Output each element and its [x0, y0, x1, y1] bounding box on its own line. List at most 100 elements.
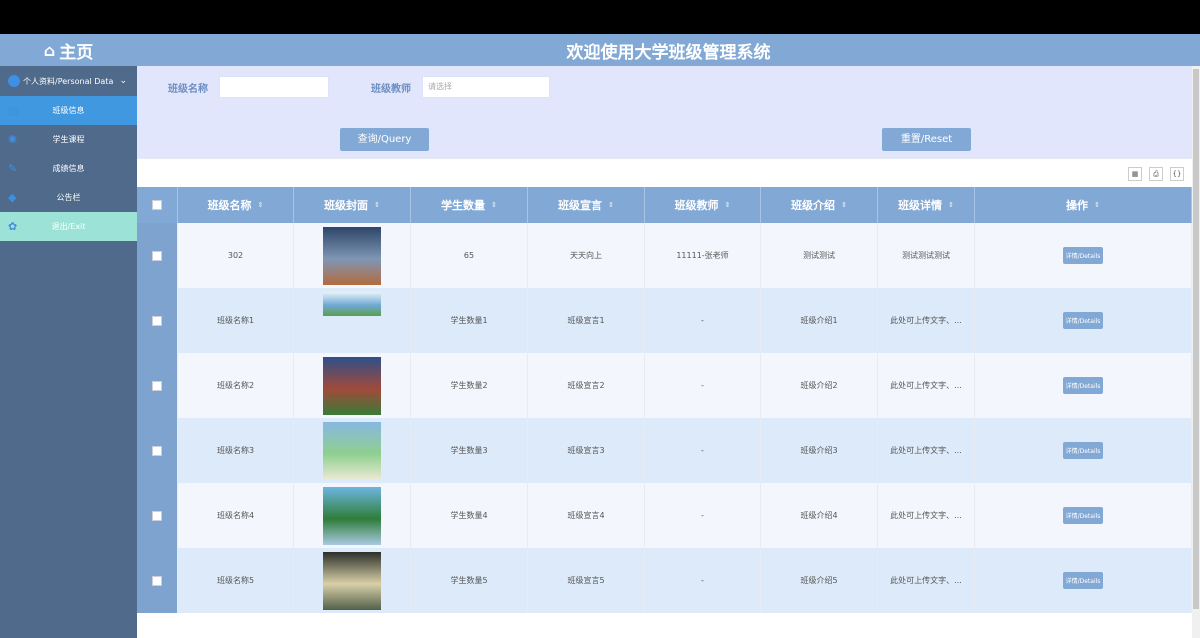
select-all-cell: [137, 187, 178, 223]
cell-name: 班级名称2: [178, 353, 294, 418]
row-select-cell: [137, 353, 178, 418]
menu-section-personal[interactable]: 个人资料/Personal Data ⌄: [0, 66, 137, 96]
sidebar-item-exit[interactable]: ✿ 退出/Exit: [0, 212, 137, 241]
actions-cell: 详情/Details: [975, 418, 1192, 483]
table-body: 302 65 天天向上 11111-张老师 测试测试 测试测试测试 详情/Details 班级…: [137, 223, 1192, 613]
cover-cell: [294, 288, 411, 353]
scrollbar[interactable]: [1192, 66, 1200, 638]
cell-teacher: -: [645, 418, 761, 483]
column-header[interactable]: 班级宣言 ⇕: [528, 187, 645, 223]
details-button[interactable]: 详情/Details: [1062, 247, 1104, 264]
details-button[interactable]: 详情/Details: [1062, 377, 1104, 394]
column-header[interactable]: 班级详情 ⇕: [878, 187, 975, 223]
cell-name: 班级名称5: [178, 548, 294, 613]
table-row: 班级名称2 学生数量2 班级宣言2- 班级介绍2 此处可上传文字、... 详情/Detai…: [137, 353, 1192, 418]
table-row: 班级名称3 学生数量3 班级宣言3- 班级介绍3 此处可上传文字、... 详情/Detai…: [137, 418, 1192, 483]
cell-name: 班级名称4: [178, 483, 294, 548]
column-header[interactable]: 操作 ⇕: [975, 187, 1192, 223]
sidebar: ⌂ 主页 个人资料/Personal Data ⌄ ▤ 班级信息 ✺ 学生课程 …: [0, 34, 137, 638]
sidebar-item-grades[interactable]: ✎ 成绩信息: [0, 154, 137, 183]
sort-icon: ⇕: [491, 201, 497, 209]
column-header[interactable]: 学生数量 ⇕: [411, 187, 528, 223]
select-all-checkbox[interactable]: [152, 200, 162, 210]
actions-cell: 详情/Details: [975, 483, 1192, 548]
row-checkbox[interactable]: [152, 380, 162, 391]
atom-icon: ✺: [8, 133, 18, 146]
sort-icon: ⇕: [257, 201, 264, 209]
export-icon[interactable]: {}: [1170, 167, 1184, 181]
class-cover-image: [323, 226, 381, 285]
cell-count: 学生数量4: [411, 483, 528, 548]
column-header[interactable]: 班级介绍 ⇕: [761, 187, 878, 223]
columns-icon[interactable]: ▦: [1128, 167, 1142, 181]
column-header-label: 班级教师: [674, 199, 719, 212]
column-header-label: 操作: [1066, 199, 1089, 212]
cell-count: 65: [411, 223, 528, 288]
watermark: CSDN @vx2_Biye_Design: [984, 611, 1186, 630]
table-row: 班级名称4 学生数量4 班级宣言4- 班级介绍4 此处可上传文字、... 详情/Detai…: [137, 483, 1192, 548]
actions-cell: 详情/Details: [975, 548, 1192, 613]
cell-motto: 班级宣言1: [528, 288, 645, 353]
cell-teacher: -: [645, 548, 761, 613]
column-header-label: 班级封面: [324, 199, 369, 212]
cell-intro: 班级介绍1: [761, 288, 878, 353]
cell-intro: 班级介绍3: [761, 418, 878, 483]
cell-motto: 班级宣言4: [528, 483, 645, 548]
table-header: 班级名称 ⇕ 班级封面 ⇕ 学生数量 ⇕ 班级宣言 ⇕ 班级教师 ⇕ 班级介绍 ⇕ 班级详情…: [137, 187, 1192, 223]
cell-teacher: -: [645, 353, 761, 418]
cell-teacher: -: [645, 288, 761, 353]
row-checkbox[interactable]: [152, 445, 162, 456]
class-table: 班级名称 ⇕ 班级封面 ⇕ 学生数量 ⇕ 班级宣言 ⇕ 班级教师 ⇕ 班级介绍 ⇕ 班级详情…: [137, 187, 1192, 613]
home-label: 主页: [59, 42, 94, 63]
actions-cell: 详情/Details: [975, 353, 1192, 418]
cover-cell: [294, 418, 411, 483]
reset-button[interactable]: 重置/Reset: [882, 128, 971, 151]
cell-motto: 班级宣言5: [528, 548, 645, 613]
column-header[interactable]: 班级封面 ⇕: [294, 187, 411, 223]
column-header-label: 学生数量: [441, 199, 486, 212]
sort-icon: ⇕: [1094, 201, 1100, 209]
class-name-input[interactable]: [219, 76, 329, 98]
row-checkbox[interactable]: [152, 510, 162, 521]
table-row: 班级名称5 学生数量5 班级宣言5- 班级介绍5 此处可上传文字、... 详情/Detai…: [137, 548, 1192, 613]
cell-name: 班级名称3: [178, 418, 294, 483]
row-checkbox[interactable]: [152, 315, 162, 326]
teacher-select[interactable]: 请选择: [422, 76, 550, 98]
row-checkbox[interactable]: [152, 250, 162, 261]
sort-icon: ⇕: [374, 201, 380, 209]
exit-icon: ✿: [8, 220, 18, 233]
column-header[interactable]: 班级名称 ⇕: [178, 187, 294, 223]
cover-cell: [294, 483, 411, 548]
cell-intro: 班级介绍4: [761, 483, 878, 548]
sidebar-item-class-info[interactable]: ▤ 班级信息: [0, 96, 137, 125]
home-icon: ⌂: [43, 40, 56, 60]
query-button[interactable]: 查询/Query: [340, 128, 429, 151]
chevron-down-icon: ⌄: [119, 76, 127, 86]
menu-section-label: 个人资料/Personal Data: [23, 76, 114, 86]
sidebar-item-courses[interactable]: ✺ 学生课程: [0, 125, 137, 154]
details-button[interactable]: 详情/Details: [1062, 312, 1104, 329]
column-header[interactable]: 班级教师 ⇕: [645, 187, 761, 223]
sidebar-item-notices[interactable]: ◆ 公告栏: [0, 183, 137, 212]
sort-icon: ⇕: [608, 201, 614, 209]
details-button[interactable]: 详情/Details: [1062, 507, 1104, 524]
cell-detail: 测试测试测试: [878, 223, 975, 288]
home-link[interactable]: ⌂ 主页: [0, 34, 137, 66]
cell-count: 学生数量5: [411, 548, 528, 613]
cover-cell: [294, 223, 411, 288]
row-select-cell: [137, 223, 178, 288]
details-button[interactable]: 详情/Details: [1062, 572, 1104, 589]
table-row: 班级名称1 学生数量1 班级宣言1- 班级介绍1 此处可上传文字、... 详情/Detai…: [137, 288, 1192, 353]
row-checkbox[interactable]: [152, 575, 162, 586]
scrollbar-thumb[interactable]: [1193, 69, 1199, 609]
cover-cell: [294, 548, 411, 613]
user-icon: [8, 75, 20, 87]
column-header-label: 班级宣言: [558, 199, 603, 212]
details-button[interactable]: 详情/Details: [1062, 442, 1104, 459]
cell-name: 班级名称1: [178, 288, 294, 353]
actions-cell: 详情/Details: [975, 288, 1192, 353]
column-header-label: 班级名称: [207, 199, 252, 212]
row-select-cell: [137, 548, 178, 613]
app-frame: ⌂ 主页 个人资料/Personal Data ⌄ ▤ 班级信息 ✺ 学生课程 …: [0, 34, 1200, 638]
print-icon[interactable]: ⎙: [1149, 167, 1163, 181]
